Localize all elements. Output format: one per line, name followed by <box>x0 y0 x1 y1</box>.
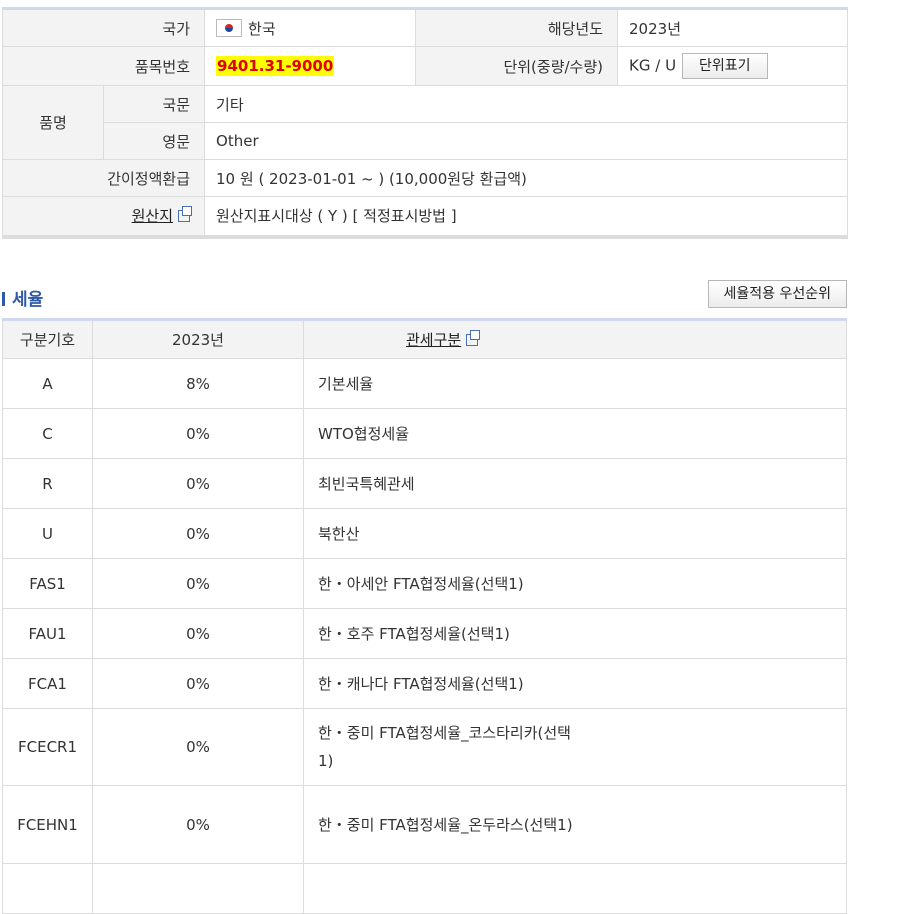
year-value: 2023년 <box>617 8 849 47</box>
item-info-section: 국가 한국 해당년도 2023년 품목번호 9401.31-9000 단위(중량… <box>1 7 849 239</box>
rate-desc: 한・아세안 FTA협정세율(선택1) <box>303 558 847 609</box>
section-title-text: 세율 <box>12 290 44 310</box>
table-row: U 0% 북한산 <box>2 508 847 559</box>
empty-cell <box>303 863 847 914</box>
unit-value: KG / U <box>629 56 677 75</box>
korea-flag-icon <box>216 18 243 37</box>
table-row: FCECR1 0% 한・중미 FTA협정세율_코스타리카(선택1) <box>2 708 847 786</box>
rate-value: 0% <box>92 458 304 509</box>
origin-link[interactable]: 원산지 <box>132 207 173 225</box>
item-name-label: 품명 <box>2 85 104 160</box>
table-row: FAU1 0% 한・호주 FTA협정세율(선택1) <box>2 608 847 659</box>
name-en-value: Other <box>204 122 849 160</box>
rate-code: FCECR1 <box>2 708 93 786</box>
hs-code-value: 9401.31-9000 <box>216 56 335 76</box>
table-row: A 8% 기본세율 <box>2 358 847 409</box>
rate-desc: 한・중미 FTA협정세율_코스타리카(선택1) <box>303 708 847 786</box>
section-title: 세율 <box>2 285 43 310</box>
rate-value: 0% <box>92 785 304 864</box>
unit-cell: KG / U 단위표기 <box>617 46 849 86</box>
rate-desc: WTO협정세율 <box>303 408 847 459</box>
rate-desc: 기본세율 <box>303 358 847 409</box>
table-row: FCA1 0% 한・캐나다 FTA협정세율(선택1) <box>2 658 847 709</box>
table-row: FCEHN1 0% 한・중미 FTA협정세율_온두라스(선택1) <box>2 785 847 864</box>
rate-value: 0% <box>92 608 304 659</box>
rate-code: A <box>2 358 93 409</box>
section-bar-icon <box>2 292 5 306</box>
col-header-code: 구분기호 <box>2 319 93 359</box>
refund-value: 10 원 ( 2023-01-01 ~ ) (10,000원당 환급액) <box>204 159 849 197</box>
rate-desc: 최빈국특혜관세 <box>303 458 847 509</box>
tax-rate-section-header: 세율 세율적용 우선순위 <box>2 280 847 312</box>
rate-code: FAS1 <box>2 558 93 609</box>
rate-code: U <box>2 508 93 559</box>
rate-desc-text: 한・중미 FTA협정세율_온두라스(선택1) <box>318 815 573 834</box>
refund-label: 간이정액환급 <box>1 159 206 197</box>
tax-rate-section: 구분기호 2023년 관세구분 A 8% 기본세율 C 0% WTO협정세율 R… <box>2 318 847 914</box>
rate-code: C <box>2 408 93 459</box>
rate-code: FCEHN1 <box>2 785 93 864</box>
year-label: 해당년도 <box>415 8 619 47</box>
col-header-type: 관세구분 <box>303 319 847 359</box>
rate-value: 0% <box>92 508 304 559</box>
item-info-table: 국가 한국 해당년도 2023년 품목번호 9401.31-9000 단위(중량… <box>1 7 849 239</box>
table-row <box>2 863 847 914</box>
rate-value: 0% <box>92 408 304 459</box>
rate-desc: 한・캐나다 FTA협정세율(선택1) <box>303 658 847 709</box>
col-header-year: 2023년 <box>92 319 304 359</box>
name-kr-label: 국문 <box>102 85 206 123</box>
origin-label-cell: 원산지 <box>1 196 206 237</box>
hs-code-cell: 9401.31-9000 <box>204 46 417 86</box>
rate-desc: 한・호주 FTA협정세율(선택1) <box>303 608 847 659</box>
empty-cell <box>92 863 304 914</box>
rate-value: 0% <box>92 558 304 609</box>
table-row: FAS1 0% 한・아세안 FTA협정세율(선택1) <box>2 558 847 609</box>
hs-code-label: 품목번호 <box>1 46 206 86</box>
rate-value: 8% <box>92 358 304 409</box>
table-row: R 0% 최빈국특혜관세 <box>2 458 847 509</box>
unit-label: 단위(중량/수량) <box>415 46 619 86</box>
rate-desc: 한・중미 FTA협정세율_온두라스(선택1) <box>303 785 847 864</box>
popup-window-icon[interactable] <box>178 206 193 223</box>
rate-code: FCA1 <box>2 658 93 709</box>
name-en-label: 영문 <box>102 122 206 160</box>
country-value: 한국 <box>248 19 276 38</box>
country-label: 국가 <box>1 8 206 47</box>
tax-rate-table: 구분기호 2023년 관세구분 A 8% 기본세율 C 0% WTO협정세율 R… <box>2 318 847 914</box>
rate-desc: 북한산 <box>303 508 847 559</box>
tariff-type-link[interactable]: 관세구분 <box>406 331 461 349</box>
unit-notation-button[interactable]: 단위표기 <box>682 53 768 79</box>
rate-value: 0% <box>92 658 304 709</box>
popup-window-icon[interactable] <box>466 330 481 346</box>
origin-value: 원산지표시대상 ( Y ) [ 적정표시방법 ] <box>204 196 849 237</box>
name-kr-value: 기타 <box>204 85 849 123</box>
rate-priority-button[interactable]: 세율적용 우선순위 <box>707 280 847 308</box>
rate-code: R <box>2 458 93 509</box>
rate-desc-text: 한・중미 FTA협정세율_코스타리카(선택1) <box>318 724 571 770</box>
empty-cell <box>2 863 93 914</box>
country-cell: 한국 <box>204 8 417 47</box>
rate-value: 0% <box>92 708 304 786</box>
table-row: C 0% WTO협정세율 <box>2 408 847 459</box>
rate-code: FAU1 <box>2 608 93 659</box>
